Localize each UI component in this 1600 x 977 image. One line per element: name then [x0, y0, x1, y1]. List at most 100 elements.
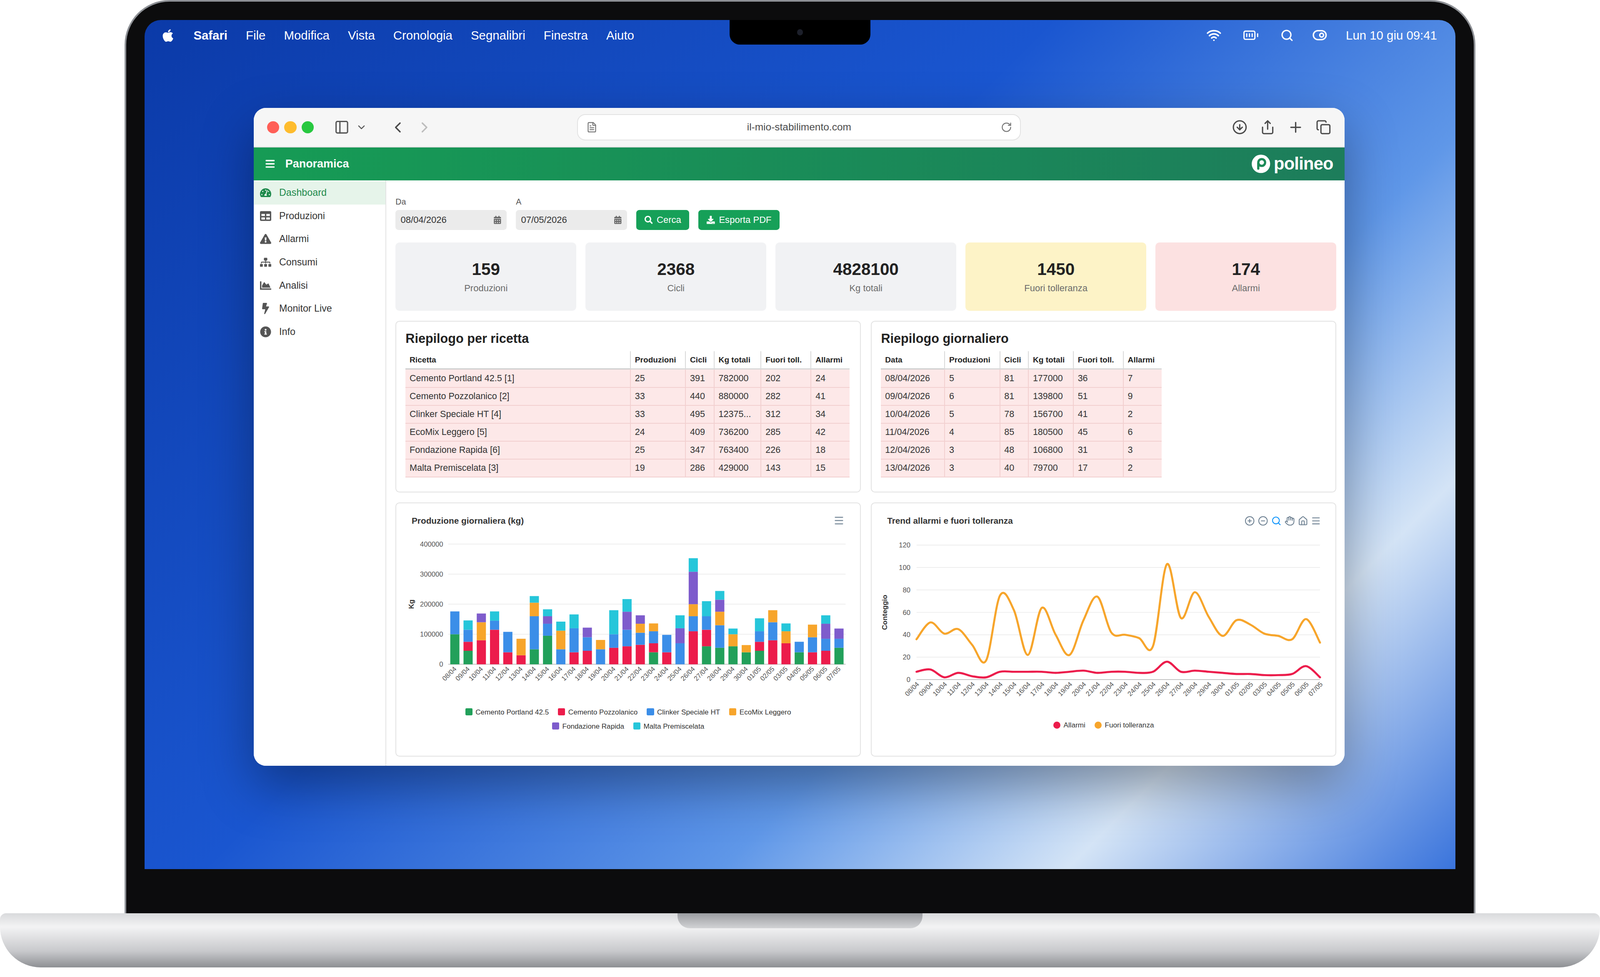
legend-item[interactable]: Fondazione Rapida — [552, 721, 625, 731]
column-header[interactable]: Produzioni — [630, 351, 685, 370]
sidebar-item[interactable]: Analisi — [253, 273, 386, 298]
bar[interactable] — [649, 623, 659, 632]
bar[interactable] — [688, 604, 698, 617]
bar[interactable] — [542, 609, 553, 617]
bar[interactable] — [834, 638, 844, 648]
chevron-down-icon[interactable] — [355, 121, 368, 133]
menu-item[interactable]: Cronologia — [393, 26, 453, 45]
address-bar[interactable]: il-mio-stabilimento.com — [577, 114, 1021, 141]
bar[interactable] — [715, 625, 725, 648]
bar[interactable] — [728, 634, 738, 647]
bar[interactable] — [609, 634, 619, 648]
bar[interactable] — [582, 627, 593, 638]
bar[interactable] — [821, 650, 831, 665]
bar[interactable] — [463, 630, 473, 643]
bar[interactable] — [476, 640, 486, 665]
column-header[interactable]: Allarmi — [1122, 351, 1162, 370]
sidebar-item[interactable]: Info — [253, 320, 386, 344]
sidebar-item[interactable]: Produzioni — [253, 204, 386, 228]
menu-item[interactable]: Modifica — [284, 26, 330, 45]
new-tab-icon[interactable] — [1287, 119, 1304, 136]
bar[interactable] — [542, 623, 553, 636]
bar[interactable] — [688, 616, 698, 632]
menu-item[interactable]: Vista — [347, 26, 375, 45]
bar[interactable] — [794, 652, 804, 665]
bar[interactable] — [503, 632, 513, 653]
bar[interactable] — [821, 638, 831, 651]
bar[interactable] — [649, 643, 659, 653]
bar[interactable] — [702, 601, 712, 617]
bar[interactable] — [450, 634, 460, 665]
page-menu-icon[interactable] — [586, 121, 598, 133]
reload-icon[interactable] — [1000, 121, 1013, 133]
hamburger-icon[interactable] — [265, 158, 275, 169]
bar[interactable] — [702, 616, 712, 630]
bar[interactable] — [622, 599, 632, 612]
bar[interactable] — [715, 600, 725, 613]
bar[interactable] — [542, 635, 553, 665]
calendar-icon[interactable] — [493, 215, 502, 225]
bar[interactable] — [463, 650, 473, 665]
zoom-in-icon[interactable] — [1244, 515, 1255, 526]
clock[interactable]: Lun 10 giu 09:41 — [1345, 26, 1438, 45]
home-icon[interactable] — [1297, 515, 1308, 526]
bar[interactable] — [490, 620, 500, 630]
bar[interactable] — [728, 628, 738, 635]
bar[interactable] — [741, 652, 751, 665]
zoom-out-icon[interactable] — [1257, 515, 1268, 526]
menu-item[interactable]: Finestra — [543, 26, 588, 45]
bar[interactable] — [622, 612, 632, 630]
calendar-icon[interactable] — [613, 215, 623, 225]
bar[interactable] — [675, 615, 685, 629]
export-button[interactable]: Esporta PDF — [698, 210, 780, 231]
bar[interactable] — [649, 652, 659, 665]
back-icon[interactable] — [389, 118, 407, 137]
bar[interactable] — [556, 621, 566, 631]
menu-item[interactable]: File — [245, 26, 266, 45]
bar[interactable] — [662, 652, 672, 665]
bar[interactable] — [702, 630, 712, 647]
bar[interactable] — [635, 632, 645, 645]
bar[interactable] — [702, 646, 712, 665]
bar[interactable] — [635, 645, 645, 665]
column-header[interactable]: Cicli — [999, 351, 1029, 370]
bar[interactable] — [622, 630, 632, 647]
bar[interactable] — [794, 642, 804, 653]
bar[interactable] — [569, 652, 579, 665]
bar[interactable] — [781, 631, 791, 644]
column-header[interactable]: Kg totali — [1027, 351, 1073, 370]
legend-item[interactable]: Cemento Portland 42.5 — [465, 707, 550, 717]
date-input[interactable]: 07/05/2026 — [515, 210, 628, 231]
bar[interactable] — [662, 635, 672, 653]
bar[interactable] — [530, 649, 540, 665]
zoom-select-icon[interactable] — [1271, 515, 1282, 526]
bar[interactable] — [542, 616, 553, 624]
bar[interactable] — [596, 640, 606, 650]
bar[interactable] — [582, 650, 593, 665]
bar[interactable] — [490, 611, 500, 621]
date-input[interactable]: 08/04/2026 — [395, 210, 507, 231]
bar[interactable] — [450, 611, 460, 635]
bar[interactable] — [490, 630, 500, 665]
column-header[interactable]: Allarmi — [810, 351, 850, 370]
bar[interactable] — [755, 631, 765, 642]
bar[interactable] — [728, 646, 738, 665]
menu-item[interactable]: Segnalibri — [470, 26, 526, 45]
wifi-icon[interactable] — [1206, 27, 1222, 43]
bar[interactable] — [530, 596, 540, 603]
spotlight-icon[interactable] — [1280, 28, 1294, 43]
bar[interactable] — [649, 631, 659, 644]
bar[interactable] — [569, 628, 579, 653]
battery-icon[interactable] — [1239, 27, 1263, 44]
forward-icon[interactable] — [415, 118, 434, 137]
legend-item[interactable]: Cemento Pozzolanico — [557, 707, 638, 717]
bar[interactable] — [582, 637, 593, 651]
sidebar-item[interactable]: Consumi — [253, 250, 386, 275]
downloads-icon[interactable] — [1232, 119, 1248, 135]
apple-icon[interactable] — [160, 28, 175, 43]
bar[interactable] — [741, 645, 751, 653]
bar[interactable] — [622, 646, 632, 665]
column-header[interactable]: Ricetta — [405, 351, 630, 370]
bar[interactable] — [768, 640, 778, 665]
bar[interactable] — [609, 647, 619, 665]
